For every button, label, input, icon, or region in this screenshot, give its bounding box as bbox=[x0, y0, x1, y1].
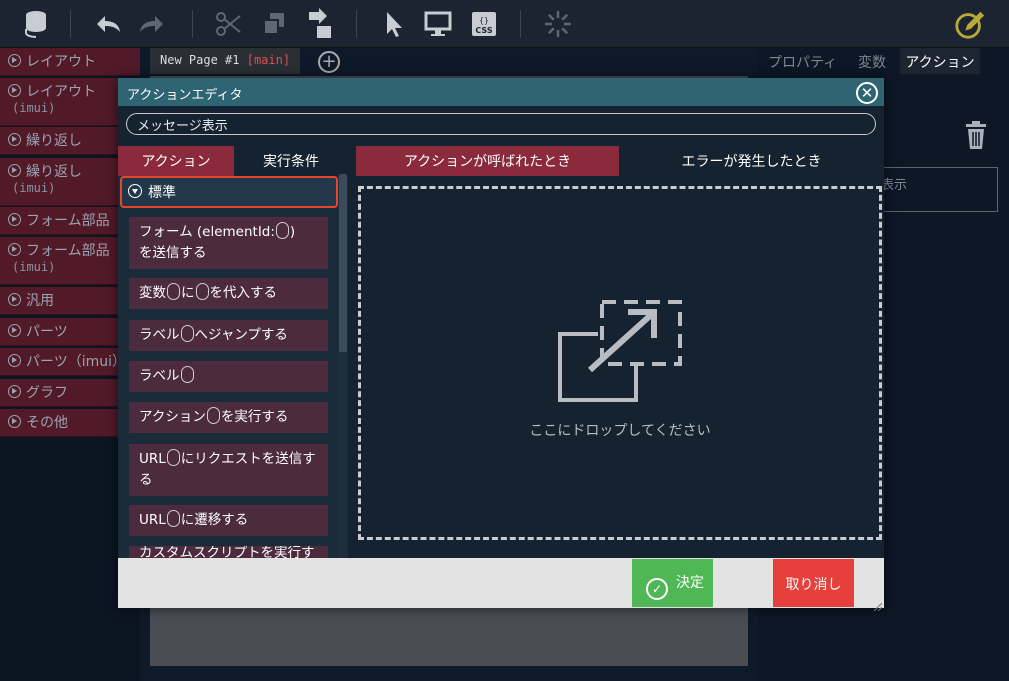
action-assign-variable[interactable]: 変数にを代入する bbox=[129, 278, 328, 309]
database-icon[interactable] bbox=[20, 8, 52, 40]
play-circle-icon bbox=[8, 354, 21, 367]
cut-icon[interactable] bbox=[212, 8, 244, 40]
action-send-request[interactable]: URL にリクエストを送信する bbox=[129, 444, 328, 496]
external-link-icon bbox=[556, 298, 686, 408]
trash-icon[interactable] bbox=[964, 120, 988, 150]
ok-button[interactable]: ✓ 決定 bbox=[632, 559, 713, 607]
action-custom-script[interactable]: カスタムスクリプトを実行す bbox=[129, 546, 328, 558]
svg-text:CSS: CSS bbox=[475, 26, 492, 35]
action-run-action[interactable]: アクション を実行する bbox=[129, 402, 328, 433]
play-circle-icon bbox=[8, 415, 21, 428]
action-editor-dialog: アクションエディタ ✕ アクション 実行条件 アクションが呼ばれたとき エラーが… bbox=[118, 78, 884, 612]
close-icon[interactable]: ✕ bbox=[856, 82, 878, 104]
action-name-input[interactable] bbox=[126, 113, 876, 135]
placeholder-slot[interactable] bbox=[195, 283, 209, 300]
placeholder-slot[interactable] bbox=[180, 325, 194, 342]
play-circle-icon bbox=[8, 164, 21, 177]
page-tab[interactable]: New Page #1 [main] bbox=[150, 48, 300, 74]
action-navigate-url[interactable]: URL に遷移する bbox=[129, 505, 328, 536]
dialog-title: アクションエディタ bbox=[118, 78, 884, 106]
tab-properties[interactable]: プロパティ bbox=[768, 48, 837, 74]
paste-icon[interactable] bbox=[304, 8, 336, 40]
resize-handle-icon[interactable] bbox=[872, 596, 883, 612]
tab-conditions[interactable]: 実行条件 bbox=[234, 146, 348, 176]
scrollbar-thumb[interactable] bbox=[339, 174, 347, 352]
tab-variables[interactable]: 変数 bbox=[858, 48, 886, 74]
dialog-footer bbox=[118, 558, 884, 608]
undo-icon[interactable] bbox=[92, 8, 124, 40]
copy-icon[interactable] bbox=[258, 8, 290, 40]
edit-icon[interactable] bbox=[954, 8, 986, 40]
monitor-icon[interactable] bbox=[422, 8, 454, 40]
tab-on-called[interactable]: アクションが呼ばれたとき bbox=[356, 146, 619, 176]
placeholder-slot[interactable] bbox=[180, 366, 194, 383]
placeholder-slot[interactable] bbox=[166, 449, 180, 466]
cancel-button[interactable]: 取り消し bbox=[773, 559, 854, 607]
placeholder-slot[interactable] bbox=[167, 283, 180, 300]
check-circle-icon: ✓ bbox=[646, 578, 668, 600]
action-label[interactable]: ラベル bbox=[129, 361, 328, 392]
play-circle-icon bbox=[8, 385, 21, 398]
play-circle-icon bbox=[8, 324, 21, 337]
play-circle-icon bbox=[8, 133, 21, 146]
redo-icon[interactable] bbox=[136, 8, 168, 40]
add-page-icon[interactable]: + bbox=[318, 51, 340, 73]
placeholder-slot[interactable] bbox=[206, 407, 220, 424]
play-circle-icon bbox=[8, 84, 21, 97]
placeholder-slot[interactable] bbox=[275, 222, 289, 239]
tab-on-error[interactable]: エラーが発生したとき bbox=[619, 146, 884, 176]
css-icon[interactable]: {} CSS bbox=[468, 8, 500, 40]
play-circle-icon bbox=[8, 213, 21, 226]
play-circle-icon bbox=[8, 54, 21, 67]
pointer-icon[interactable] bbox=[378, 8, 410, 40]
group-header-standard[interactable]: 標準 bbox=[120, 176, 338, 208]
placeholder-slot[interactable] bbox=[166, 510, 180, 527]
sidebar-item-layout[interactable]: レイアウト bbox=[0, 48, 140, 76]
tab-actions-list[interactable]: アクション bbox=[118, 146, 234, 176]
loading-icon bbox=[542, 8, 574, 40]
chevron-down-icon bbox=[128, 184, 142, 198]
play-circle-icon bbox=[8, 243, 21, 256]
play-circle-icon bbox=[8, 293, 21, 306]
drop-hint: ここにドロップしてください bbox=[529, 423, 711, 439]
action-jump-label[interactable]: ラベル へジャンプする bbox=[129, 320, 328, 351]
toolbar: {} CSS bbox=[0, 0, 1009, 48]
tab-actions[interactable]: アクション bbox=[900, 48, 980, 74]
action-submit-form[interactable]: フォーム (elementId:) を送信する bbox=[129, 217, 328, 269]
svg-text:{}: {} bbox=[479, 16, 489, 25]
